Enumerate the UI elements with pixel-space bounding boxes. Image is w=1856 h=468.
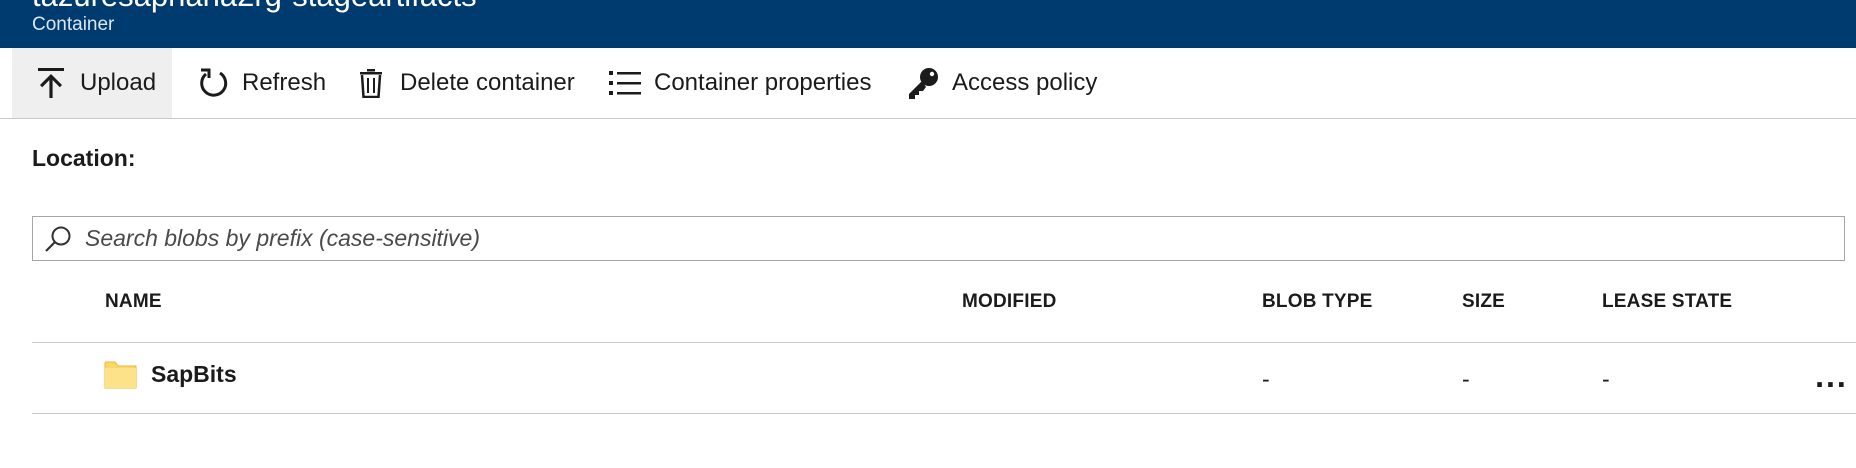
search-box bbox=[32, 216, 1845, 261]
column-header-name[interactable]: NAME bbox=[105, 291, 162, 313]
access-policy-button[interactable]: Access policy bbox=[882, 48, 1097, 118]
table-header: NAME MODIFIED BLOB TYPE SIZE LEASE STATE bbox=[32, 285, 1856, 343]
container-properties-label: Container properties bbox=[654, 69, 872, 96]
refresh-label: Refresh bbox=[242, 69, 327, 96]
refresh-button[interactable]: Refresh bbox=[172, 48, 326, 118]
blade-subtitle: Container bbox=[32, 14, 115, 35]
container-properties-button[interactable]: Container properties bbox=[584, 48, 871, 118]
search-icon bbox=[43, 224, 73, 254]
upload-icon bbox=[34, 66, 68, 100]
list-icon bbox=[608, 66, 642, 100]
command-toolbar: Upload Refresh Delete container Containe… bbox=[0, 48, 1856, 119]
upload-button[interactable]: Upload bbox=[12, 48, 172, 118]
access-policy-label: Access policy bbox=[952, 69, 1098, 96]
trash-icon bbox=[354, 66, 388, 100]
refresh-icon bbox=[196, 66, 230, 100]
location-row: Location: bbox=[32, 145, 148, 172]
folder-icon bbox=[104, 360, 137, 389]
table-row[interactable]: SapBits - - - ... bbox=[32, 344, 1856, 414]
key-icon bbox=[906, 66, 940, 100]
search-input[interactable] bbox=[83, 218, 1844, 259]
location-label: Location: bbox=[32, 145, 136, 171]
delete-container-button[interactable]: Delete container bbox=[330, 48, 575, 118]
row-name-cell[interactable]: SapBits bbox=[104, 360, 237, 389]
row-more-button[interactable]: ... bbox=[1806, 362, 1856, 396]
column-header-lease-state[interactable]: LEASE STATE bbox=[1602, 291, 1732, 313]
row-size: - bbox=[1462, 366, 1470, 392]
blade-title: tazuresaphana2rg-stageartifacts bbox=[32, 0, 477, 14]
column-header-blob-type[interactable]: BLOB TYPE bbox=[1262, 291, 1373, 313]
column-header-modified[interactable]: MODIFIED bbox=[962, 291, 1057, 313]
blade-header: tazuresaphana2rg-stageartifacts Containe… bbox=[0, 0, 1856, 48]
row-name[interactable]: SapBits bbox=[151, 361, 237, 388]
delete-container-label: Delete container bbox=[400, 69, 575, 96]
row-lease-state: - bbox=[1602, 366, 1610, 392]
upload-label: Upload bbox=[80, 69, 157, 96]
row-blob-type: - bbox=[1262, 366, 1270, 392]
column-header-size[interactable]: SIZE bbox=[1462, 291, 1505, 313]
